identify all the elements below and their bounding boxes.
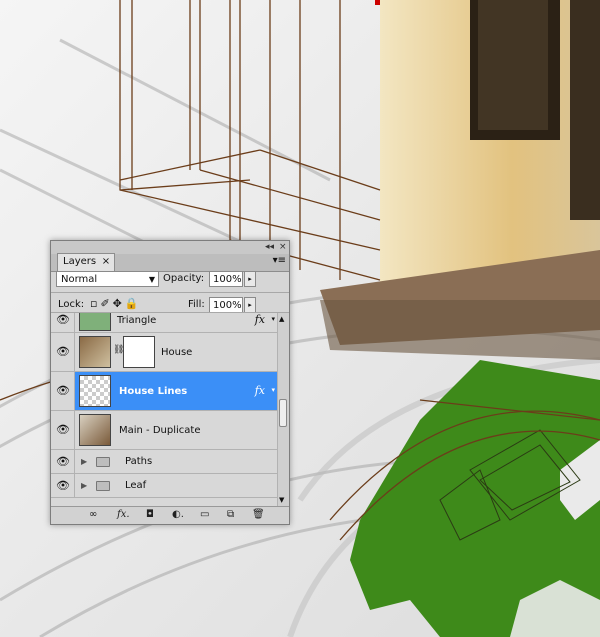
layer-row-leaf[interactable]: 👁 ▶ Leaf: [51, 474, 277, 498]
panel-bottom-bar: ∞ fx. ◘ ◐. ▭ ⧉ 🗑: [51, 506, 289, 524]
layer-name: Paths: [125, 456, 153, 467]
new-group-icon[interactable]: ▭: [200, 509, 209, 520]
layer-row-paths[interactable]: 👁 ▶ Paths: [51, 450, 277, 474]
mask-thumbnail[interactable]: [123, 336, 155, 368]
fill-label: Fill:: [188, 299, 205, 310]
tab-layers-label: Layers: [63, 256, 97, 267]
folder-icon: [96, 481, 110, 491]
add-mask-icon[interactable]: ◘: [146, 509, 154, 520]
layer-name: Leaf: [125, 480, 147, 491]
panel-menu-icon[interactable]: ▾≡: [273, 256, 286, 266]
panel-tab-row: Layers × ▾≡: [51, 253, 289, 272]
eye-icon[interactable]: 👁: [54, 479, 72, 493]
folder-icon: [96, 457, 110, 467]
layer-row-triangle[interactable]: 👁 Triangle fx ▾: [51, 313, 277, 333]
fx-arrow-icon[interactable]: ▾: [271, 315, 275, 323]
collapse-icon[interactable]: ◂◂: [265, 241, 274, 253]
scroll-thumb[interactable]: [279, 399, 287, 427]
eye-icon[interactable]: 👁: [54, 313, 72, 327]
blend-mode-value: Normal: [61, 274, 98, 285]
fx-arrow-icon[interactable]: ▾: [271, 386, 275, 394]
eye-icon[interactable]: 👁: [54, 384, 72, 398]
layer-name: House Lines: [119, 386, 188, 397]
scroll-down-icon[interactable]: ▼: [279, 496, 284, 504]
eye-icon[interactable]: 👁: [54, 345, 72, 359]
fx-icon[interactable]: fx: [255, 313, 265, 326]
close-panel-icon[interactable]: ×: [279, 241, 287, 253]
layers-scrollbar[interactable]: ▲ ▼: [277, 313, 289, 506]
tab-close-icon[interactable]: ×: [102, 254, 110, 270]
layers-list: 👁 Triangle fx ▾ 👁 ⛓ House 👁 House Lines …: [51, 313, 277, 506]
blend-mode-select[interactable]: Normal ▼: [56, 271, 159, 287]
trash-icon[interactable]: 🗑: [252, 509, 265, 520]
layer-row-house-lines[interactable]: 👁 House Lines fx ▾: [51, 372, 277, 411]
layer-name: House: [161, 347, 193, 358]
chevron-down-icon: ▼: [148, 275, 155, 284]
link-layers-icon[interactable]: ∞: [89, 509, 97, 520]
layer-row-main-duplicate[interactable]: 👁 Main - Duplicate: [51, 411, 277, 450]
new-layer-icon[interactable]: ⧉: [227, 509, 234, 520]
scroll-up-icon[interactable]: ▲: [279, 315, 284, 323]
adjustment-layer-icon[interactable]: ◐.: [172, 509, 184, 520]
opacity-label: Opacity:: [163, 273, 205, 284]
fill-stepper[interactable]: ▸: [244, 297, 256, 313]
fill-input[interactable]: 100%: [209, 297, 243, 313]
layer-name: Main - Duplicate: [119, 425, 201, 436]
lock-options-icons[interactable]: ▫✐✥🔒: [90, 297, 142, 310]
fx-icon[interactable]: fx: [255, 384, 265, 397]
layer-name: Triangle: [117, 315, 157, 326]
layer-thumbnail: [79, 336, 111, 368]
divider: [51, 292, 289, 293]
eye-icon[interactable]: 👁: [54, 423, 72, 437]
lock-label: Lock:: [58, 299, 85, 310]
add-style-icon[interactable]: fx.: [117, 509, 130, 520]
layer-thumbnail: [79, 414, 111, 446]
layers-panel: ◂◂ × Layers × ▾≡ Normal ▼ Opacity: 100% …: [50, 240, 290, 525]
layer-row-house[interactable]: 👁 ⛓ House: [51, 333, 277, 372]
expand-arrow-icon[interactable]: ▶: [81, 481, 87, 490]
opacity-input[interactable]: 100%: [209, 271, 243, 287]
layer-thumbnail: [79, 375, 111, 407]
tab-layers[interactable]: Layers ×: [57, 253, 116, 271]
expand-arrow-icon[interactable]: ▶: [81, 457, 87, 466]
opacity-stepper[interactable]: ▸: [244, 271, 256, 287]
eye-icon[interactable]: 👁: [54, 455, 72, 469]
layer-thumbnail: [79, 313, 111, 331]
